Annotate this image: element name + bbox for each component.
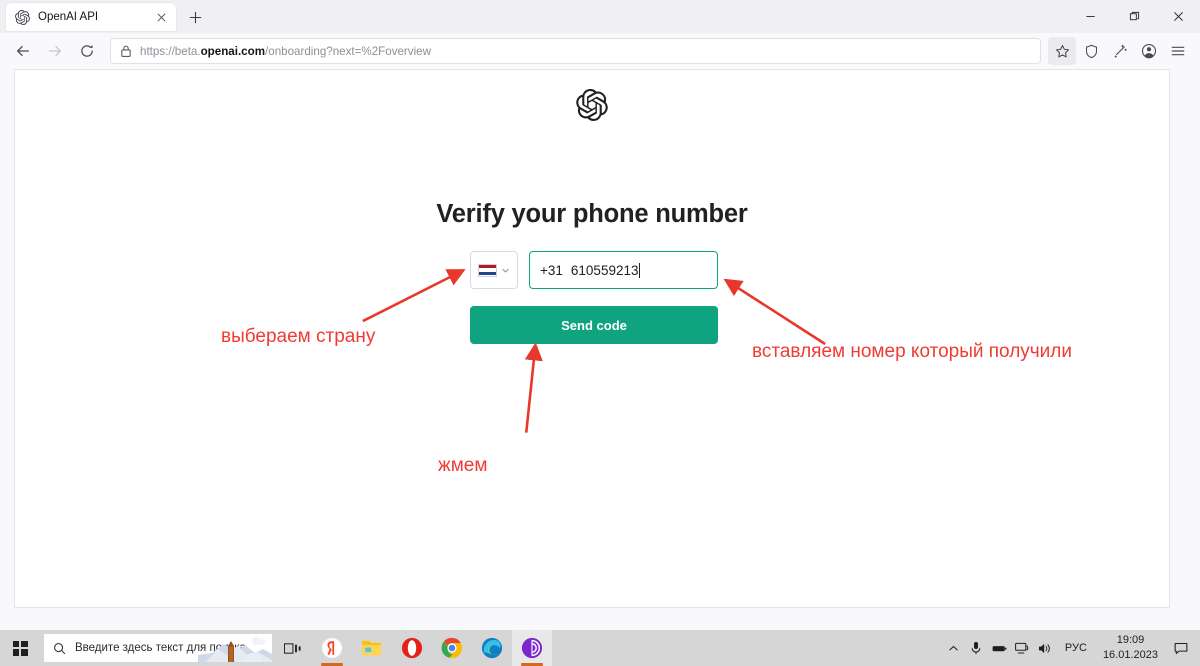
phone-number-value: 610559213 <box>570 262 639 278</box>
opera-browser-icon[interactable] <box>392 630 432 666</box>
close-window-button[interactable] <box>1156 0 1200 33</box>
phone-verification-form: +31 610559213 Send code <box>470 251 718 344</box>
back-arrow-icon[interactable] <box>8 36 38 66</box>
openai-logo-wrapper <box>15 89 1169 121</box>
chevron-up-icon[interactable] <box>942 630 965 666</box>
openai-logo-icon <box>576 89 608 121</box>
taskbar-search-input[interactable]: Введите здесь текст для поиска <box>44 634 272 662</box>
arrow-to-send-button <box>524 342 543 433</box>
padlock-icon <box>121 45 131 57</box>
windows-taskbar: Введите здесь текст для поиска РУС 19:09… <box>0 630 1200 666</box>
send-code-button[interactable]: Send code <box>470 306 718 344</box>
system-tray: РУС 19:09 16.01.2023 <box>942 630 1200 666</box>
new-tab-button[interactable] <box>182 4 208 30</box>
window-controls <box>1068 0 1200 33</box>
volume-icon[interactable] <box>1034 630 1057 666</box>
address-bar[interactable]: https://beta.openai.com/onboarding?next=… <box>110 38 1041 64</box>
hamburger-menu-icon[interactable] <box>1164 37 1192 65</box>
url-suffix: /onboarding?next=%2Foverview <box>265 44 431 58</box>
yandex-browser-icon[interactable] <box>312 630 352 666</box>
notification-icon[interactable] <box>1166 630 1196 666</box>
microphone-icon[interactable] <box>965 630 988 666</box>
search-illustration-icon <box>198 637 272 662</box>
url-domain: openai.com <box>200 44 266 58</box>
hardware-icon[interactable] <box>988 630 1011 666</box>
page-viewport: Verify your phone number +31 610559213 S… <box>14 69 1170 608</box>
arrow-to-phone-input <box>723 278 826 346</box>
country-select[interactable] <box>470 251 518 289</box>
google-chrome-icon[interactable] <box>432 630 472 666</box>
tab-strip: OpenAI API <box>0 0 1200 33</box>
annotation-country: выбераем страну <box>221 326 376 347</box>
network-icon[interactable] <box>1011 630 1034 666</box>
reload-icon[interactable] <box>72 36 102 66</box>
onboarding-page: Verify your phone number +31 610559213 S… <box>15 70 1169 607</box>
annotation-press: жмем <box>438 455 488 476</box>
phone-row: +31 610559213 <box>470 251 718 289</box>
clock[interactable]: 19:09 16.01.2023 <box>1095 630 1166 666</box>
openai-logo-icon <box>15 9 30 25</box>
url-text: https://beta.openai.com/onboarding?next=… <box>140 45 431 58</box>
minimize-button[interactable] <box>1068 0 1112 33</box>
wand-icon[interactable] <box>1106 37 1134 65</box>
dial-code: +31 <box>540 262 563 278</box>
url-prefix: https://beta. <box>140 44 201 58</box>
microsoft-edge-icon[interactable] <box>472 630 512 666</box>
chevron-down-icon <box>502 268 509 272</box>
text-caret <box>639 262 641 278</box>
clock-date: 16.01.2023 <box>1102 649 1158 661</box>
search-icon <box>54 642 66 654</box>
tab-title: OpenAI API <box>38 11 99 23</box>
account-icon[interactable] <box>1135 37 1163 65</box>
windows-logo-icon <box>12 640 28 656</box>
phone-number-input[interactable]: +31 610559213 <box>529 251 718 289</box>
task-view-icon[interactable] <box>272 630 312 666</box>
close-icon[interactable] <box>153 9 170 26</box>
forward-arrow-icon <box>40 36 70 66</box>
tor-browser-icon[interactable] <box>512 630 552 666</box>
start-button[interactable] <box>0 630 40 666</box>
browser-window: OpenAI API https://beta.openai.com/onboa… <box>0 0 1200 666</box>
netherlands-flag-icon <box>478 263 497 277</box>
file-explorer-icon[interactable] <box>352 630 392 666</box>
language-indicator[interactable]: РУС <box>1057 630 1095 666</box>
shield-icon[interactable] <box>1077 37 1105 65</box>
browser-tab-openai-api[interactable]: OpenAI API <box>6 3 176 31</box>
maximize-button[interactable] <box>1112 0 1156 33</box>
clock-time: 19:09 <box>1116 634 1145 647</box>
annotation-number: вставляем номер который получили <box>752 341 1072 362</box>
bookmark-star-icon[interactable] <box>1048 37 1076 65</box>
arrow-to-country-select <box>362 269 466 323</box>
page-title: Verify your phone number <box>436 200 748 228</box>
navigation-toolbar: https://beta.openai.com/onboarding?next=… <box>0 33 1200 69</box>
